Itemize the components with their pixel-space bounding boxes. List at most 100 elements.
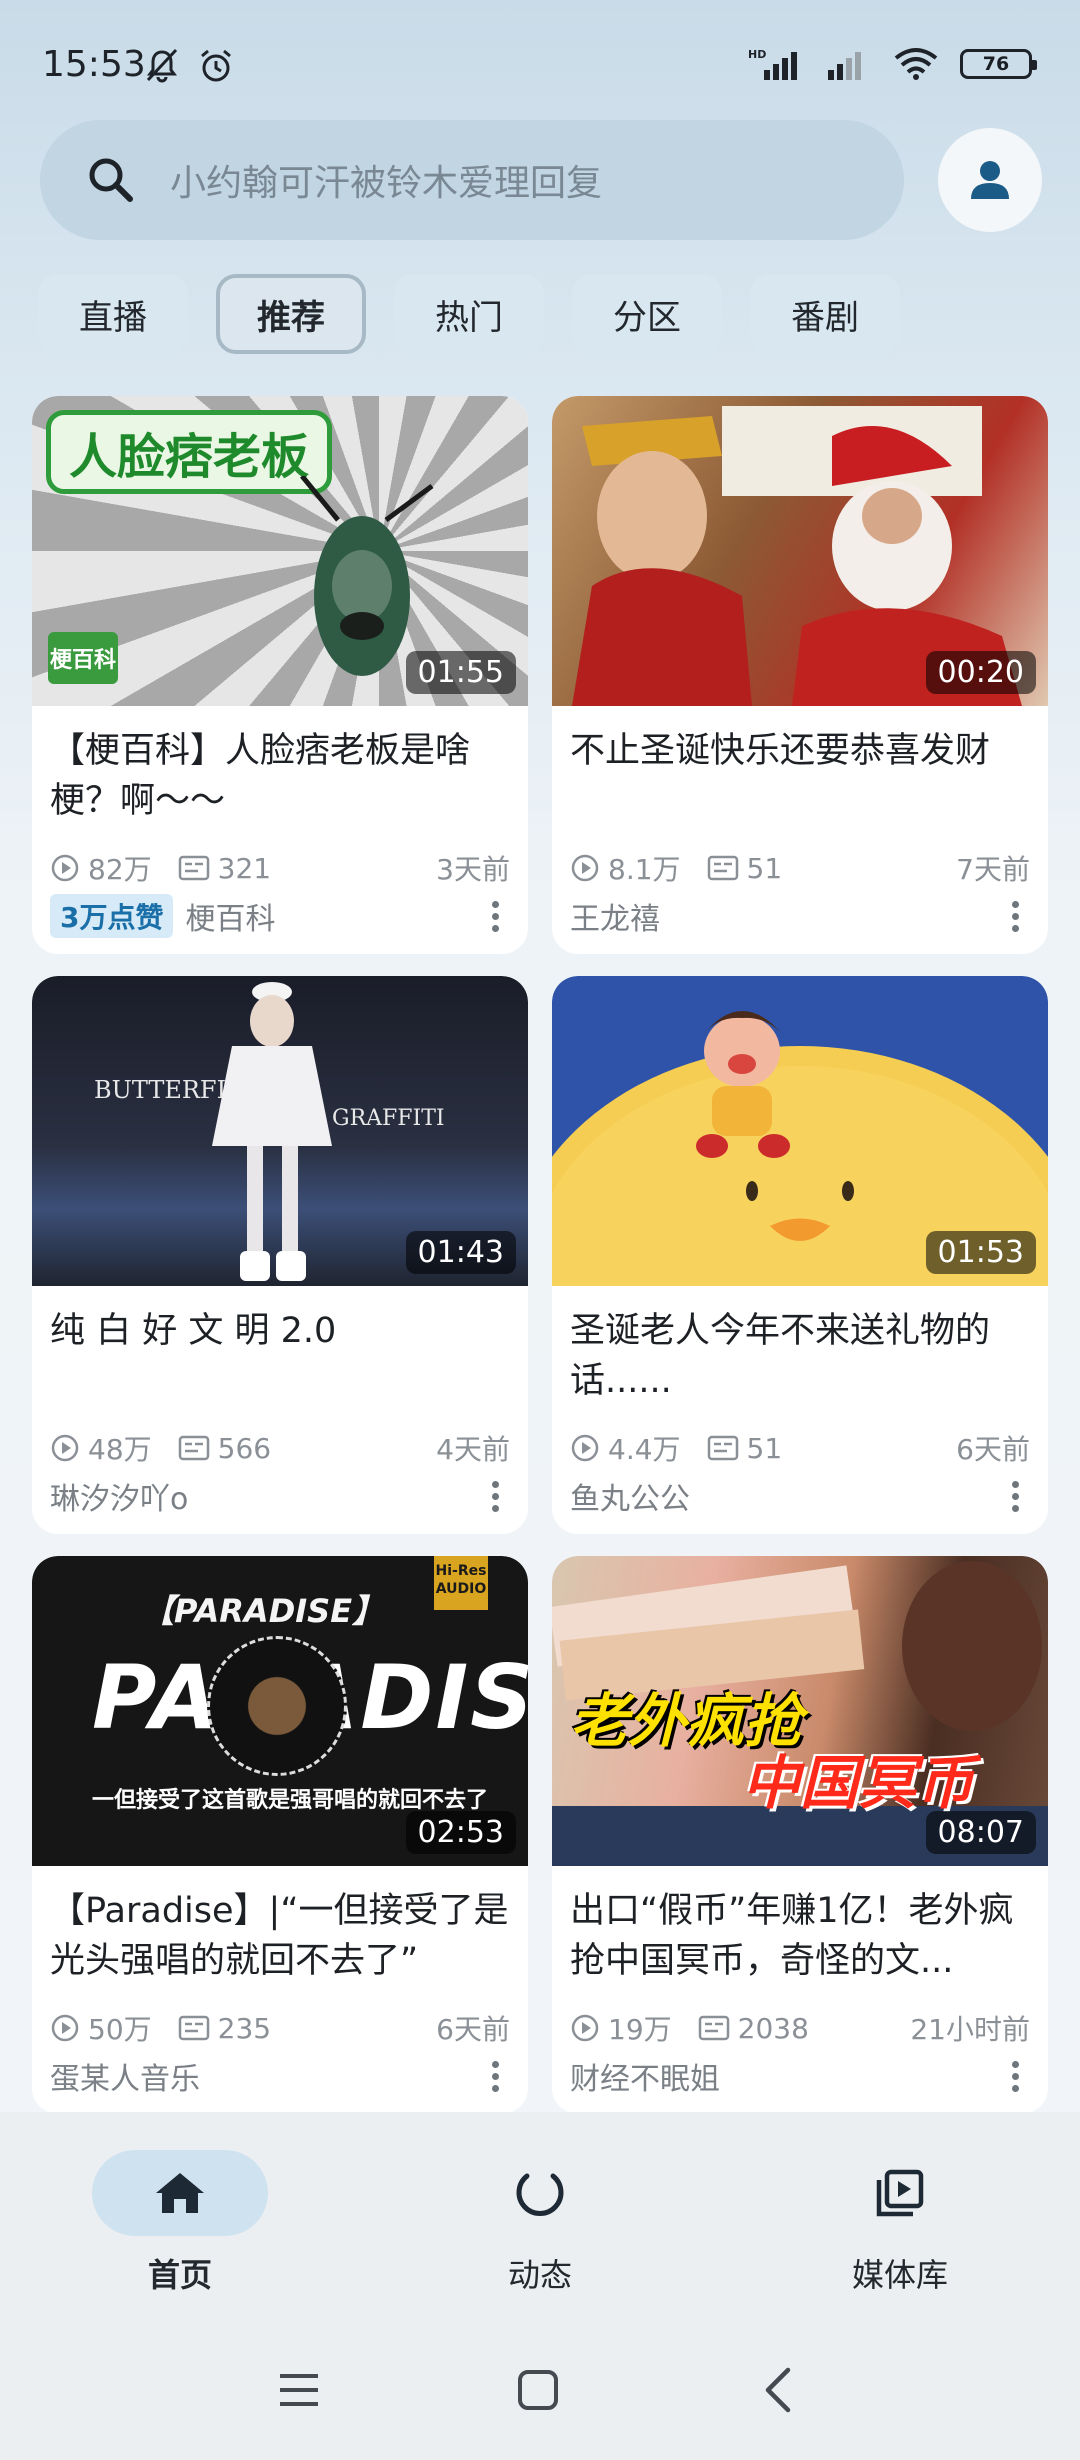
danmaku-stat: 321 xyxy=(178,852,271,885)
video-thumbnail[interactable]: 00:20 xyxy=(552,396,1048,706)
publish-time: 6天前 xyxy=(956,1433,1030,1466)
battery-level: 76 xyxy=(982,53,1010,75)
video-thumbnail[interactable]: 【PARADISE】 PARADISE 一但接受了这首歌是强哥唱的就回不去了 H… xyxy=(32,1556,528,1866)
search-bar[interactable]: 小约翰可汗被铃木爱理回复 xyxy=(40,120,904,240)
author-name[interactable]: 财经不眠姐 xyxy=(570,2054,720,2098)
video-card[interactable]: 【PARADISE】 PARADISE 一但接受了这首歌是强哥唱的就回不去了 H… xyxy=(32,1556,528,2114)
views-stat: 50万 xyxy=(50,2008,152,2048)
play-count-icon xyxy=(51,2014,79,2042)
play-count-icon xyxy=(51,1434,79,1462)
author-name[interactable]: 梗百科 xyxy=(185,894,275,938)
danmaku-icon xyxy=(178,1435,209,1461)
svg-text:HD: HD xyxy=(748,48,766,61)
tab-hot[interactable]: 热门 xyxy=(394,274,544,354)
nav-activity-pill xyxy=(452,2150,628,2236)
video-stats: 8.1万 51 7天前 xyxy=(570,848,1030,888)
publish-time: 21小时前 xyxy=(910,2013,1030,2046)
activity-icon xyxy=(516,2173,564,2216)
video-card[interactable]: 人脸痞老板 梗百科 01:55 【梗百科】人脸痞老板是啥梗？啊～～ 82万 32… xyxy=(32,396,528,954)
views-count: 19万 xyxy=(608,2013,672,2046)
thumbnail-subtitle: 一但接受了这首歌是强哥唱的就回不去了 xyxy=(92,1788,489,1813)
danmaku-icon xyxy=(707,1435,738,1461)
video-card[interactable]: 00:20 不止圣诞快乐还要恭喜发财 8.1万 51 7天前 王龙禧 xyxy=(552,396,1048,954)
more-options-button[interactable] xyxy=(480,2060,510,2092)
video-stats: 82万 321 3天前 xyxy=(50,848,510,888)
publish-time: 3天前 xyxy=(436,853,510,886)
signal-hd-icon: HD xyxy=(748,48,797,80)
menu-icon[interactable] xyxy=(276,2370,322,2410)
nav-library-pill xyxy=(812,2150,988,2236)
video-thumbnail[interactable]: BUTTERFLY GRAFFITI 01:43 xyxy=(32,976,528,1286)
danmaku-stat: 566 xyxy=(178,1432,271,1465)
user-avatar-button[interactable] xyxy=(938,128,1042,232)
category-tabs: 直播 推荐 热门 分区 番剧 xyxy=(38,274,900,354)
video-card[interactable]: 老外疯抢 中国冥币 08:07 出口“假币”年赚1亿！老外疯抢中国冥币，奇怪的文… xyxy=(552,1556,1048,2114)
play-count-icon xyxy=(571,1434,599,1462)
library-icon xyxy=(876,2169,924,2217)
status-right-icons: HD 76 xyxy=(748,46,1037,82)
tab-zones[interactable]: 分区 xyxy=(572,274,722,354)
video-stats: 4.4万 51 6天前 xyxy=(570,1428,1030,1468)
more-options-button[interactable] xyxy=(480,1480,510,1512)
more-options-button[interactable] xyxy=(1000,1480,1030,1512)
video-duration: 01:53 xyxy=(925,1231,1036,1274)
views-stat: 8.1万 xyxy=(570,848,681,888)
video-duration: 01:55 xyxy=(405,651,516,694)
author-name[interactable]: 鱼丸公公 xyxy=(570,1474,690,1518)
danmaku-icon xyxy=(707,855,738,881)
nav-home[interactable]: 首页 xyxy=(80,2150,280,2296)
more-options-button[interactable] xyxy=(480,900,510,932)
system-navigation-bar xyxy=(0,2360,1080,2440)
user-icon xyxy=(971,161,1009,199)
more-options-button[interactable] xyxy=(1000,2060,1030,2092)
video-thumbnail[interactable]: 人脸痞老板 梗百科 01:55 xyxy=(32,396,528,706)
video-stats: 19万 2038 21小时前 xyxy=(570,2008,1030,2048)
danmaku-count: 235 xyxy=(217,2011,272,2045)
play-count-icon xyxy=(571,2014,599,2042)
nav-library[interactable]: 媒体库 xyxy=(800,2150,1000,2296)
author-row: 琳汐汐吖o xyxy=(50,1474,510,1518)
nav-activity[interactable]: 动态 xyxy=(440,2150,640,2296)
publish-time: 7天前 xyxy=(956,853,1030,886)
video-title[interactable]: 【梗百科】人脸痞老板是啥梗？啊～～ xyxy=(50,726,510,826)
status-time: 15:53 xyxy=(42,44,146,85)
video-title[interactable]: 【Paradise】|“一但接受了是光头强唱的就回不去了” xyxy=(50,1886,510,1986)
status-bar: 15:53 HD 76 xyxy=(0,0,1080,130)
video-title[interactable]: 出口“假币”年赚1亿！老外疯抢中国冥币，奇怪的文... xyxy=(570,1886,1030,1986)
author-name[interactable]: 琳汐汐吖o xyxy=(50,1474,188,1518)
views-count: 8.1万 xyxy=(608,853,681,886)
status-left-icons xyxy=(142,46,236,86)
bottom-navigation: 首页 动态 媒体库 xyxy=(0,2112,1080,2460)
views-count: 48万 xyxy=(88,1433,152,1466)
danmaku-stat: 51 xyxy=(707,1432,782,1465)
author-row: 鱼丸公公 xyxy=(570,1474,1030,1518)
home-icon xyxy=(156,2173,204,2213)
video-card[interactable]: BUTTERFLY GRAFFITI 01:43 纯 白 好 文 明 2.0 4… xyxy=(32,976,528,1534)
back-icon[interactable] xyxy=(760,2366,796,2414)
video-title[interactable]: 不止圣诞快乐还要恭喜发财 xyxy=(570,726,1030,826)
author-name[interactable]: 王龙禧 xyxy=(570,894,660,938)
video-title[interactable]: 圣诞老人今年不来送礼物的话...... xyxy=(570,1306,1030,1406)
tab-anime[interactable]: 番剧 xyxy=(750,274,900,354)
tab-recommend[interactable]: 推荐 xyxy=(216,274,366,354)
danmaku-icon xyxy=(178,855,209,881)
video-thumbnail[interactable]: 老外疯抢 中国冥币 08:07 xyxy=(552,1556,1048,1866)
search-placeholder: 小约翰可汗被铃木爱理回复 xyxy=(170,163,603,204)
home-square-icon[interactable] xyxy=(516,2368,560,2412)
tab-live[interactable]: 直播 xyxy=(38,274,188,354)
hi-res-badge: Hi-Res AUDIO xyxy=(434,1556,488,1610)
views-count: 50万 xyxy=(88,2013,152,2046)
video-feed: 人脸痞老板 梗百科 01:55 【梗百科】人脸痞老板是啥梗？啊～～ 82万 32… xyxy=(32,396,1048,2114)
signal-icon xyxy=(828,52,861,80)
video-thumbnail[interactable]: 01:53 xyxy=(552,976,1048,1286)
video-title[interactable]: 纯 白 好 文 明 2.0 xyxy=(50,1306,510,1406)
author-name[interactable]: 蛋某人音乐 xyxy=(50,2054,200,2098)
video-duration: 02:53 xyxy=(405,1811,516,1854)
danmaku-count: 321 xyxy=(217,851,272,885)
more-options-button[interactable] xyxy=(1000,900,1030,932)
video-card[interactable]: 01:53 圣诞老人今年不来送礼物的话...... 4.4万 51 6天前 鱼丸… xyxy=(552,976,1048,1534)
likes-badge: 3万点赞 xyxy=(50,894,174,938)
nav-library-label: 媒体库 xyxy=(851,2256,948,2294)
thumbnail-text-top: 【PARADISE】 xyxy=(142,1592,385,1630)
nav-activity-label: 动态 xyxy=(507,2256,572,2294)
